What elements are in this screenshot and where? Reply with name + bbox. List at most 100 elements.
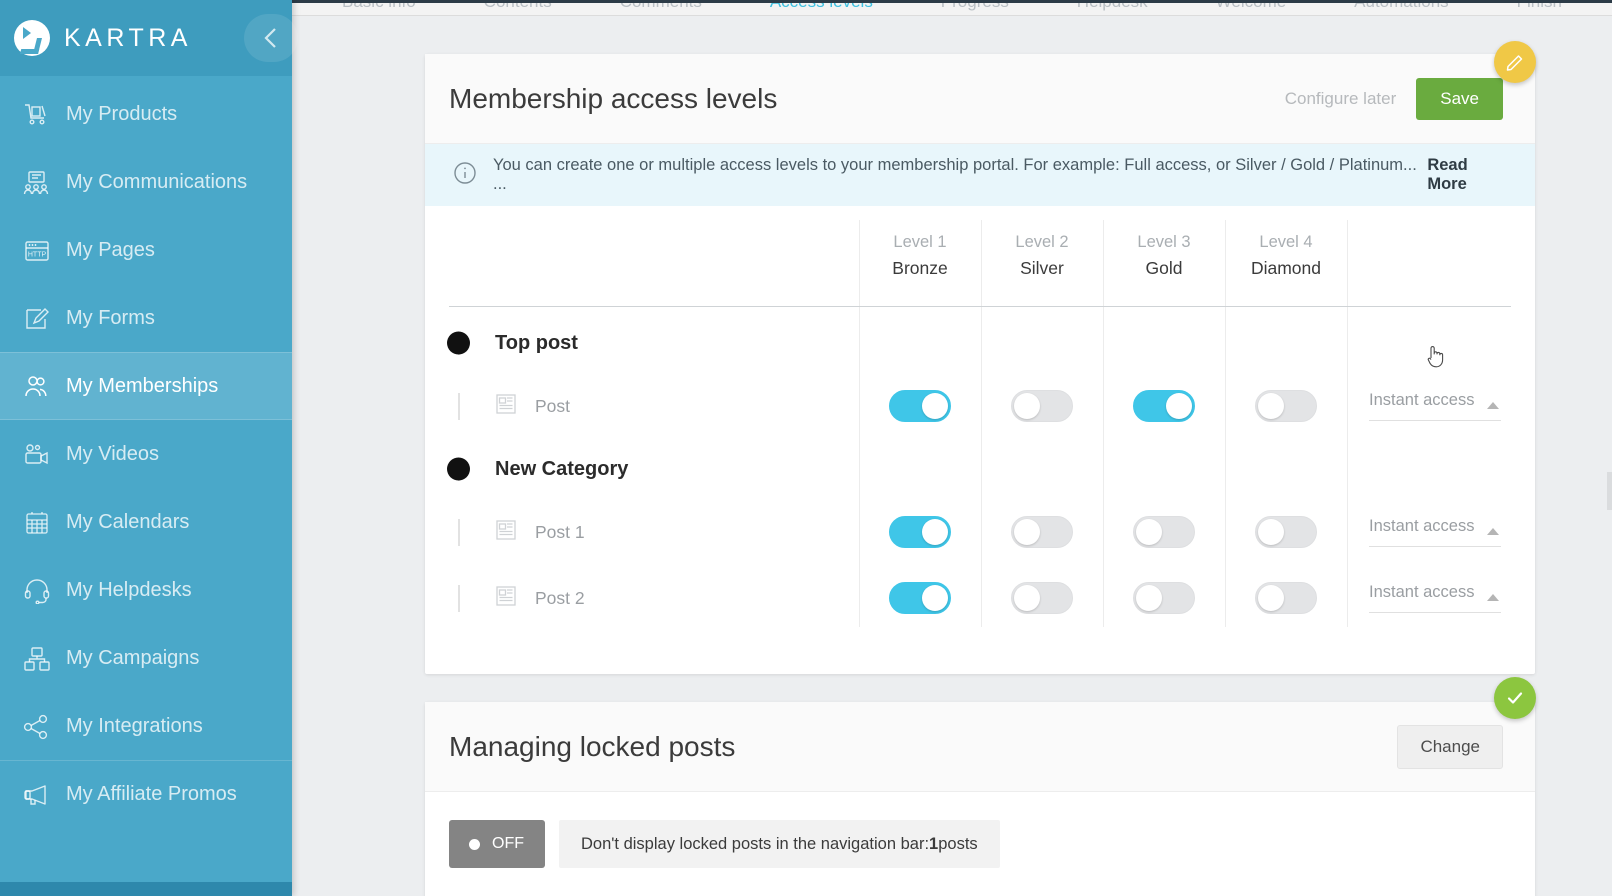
sidebar-item-my-calendars[interactable]: My Calendars	[0, 488, 292, 556]
access-toggle-level-2[interactable]	[1011, 390, 1073, 422]
sidebar-item-label: My Memberships	[66, 374, 219, 397]
sidebar-item-my-campaigns[interactable]: My Campaigns	[0, 624, 292, 692]
access-toggle-level-4[interactable]	[1255, 516, 1317, 548]
access-toggle-level-2[interactable]	[1011, 582, 1073, 614]
access-timing-cell: Instant access	[1347, 583, 1501, 613]
post-page-icon	[495, 393, 517, 420]
megaphone-icon	[14, 782, 60, 808]
access-toggle-level-1[interactable]	[889, 390, 951, 422]
cart-icon	[14, 102, 60, 128]
configure-later-link[interactable]: Configure later	[1285, 89, 1397, 109]
tree-spine	[457, 518, 460, 546]
sidebar-item-label: My Videos	[66, 443, 160, 465]
access-toggle-level-3[interactable]	[1133, 582, 1195, 614]
table-row: Post 1 Instant access	[449, 499, 1511, 565]
sidebar-item-label: My Campaigns	[66, 647, 200, 669]
members-icon	[14, 373, 60, 399]
access-timing-select[interactable]: Instant access	[1369, 583, 1501, 613]
locked-posts-toggle[interactable]: OFF	[449, 820, 545, 868]
sidebar-item-label: My Integrations	[66, 715, 203, 737]
sidebar-item-my-products[interactable]: My Products	[0, 80, 292, 148]
table-row: Post 2 Instant access	[449, 565, 1511, 631]
level-name: Gold	[1145, 258, 1183, 278]
pointing-hand-cursor	[1424, 344, 1446, 375]
item-label: Post 2	[535, 587, 585, 608]
sidebar-collapse-button[interactable]	[244, 14, 298, 62]
access-timing-value: Instant access	[1369, 583, 1475, 601]
scroll-edge-marker	[1607, 472, 1612, 510]
sidebar-brand-header: KARTRA	[0, 0, 298, 76]
locked-posts-toggle-label: OFF	[492, 835, 524, 852]
access-toggle-level-3[interactable]	[1133, 516, 1195, 548]
item-label-wrap: Post	[449, 393, 859, 420]
item-name-cell: Post	[449, 392, 859, 420]
sidebar-item-my-helpdesks[interactable]: My Helpdesks	[0, 556, 292, 624]
access-toggle-level-3[interactable]	[1133, 390, 1195, 422]
info-banner: You can create one or multiple access le…	[425, 144, 1535, 206]
save-button[interactable]: Save	[1416, 77, 1503, 120]
change-button[interactable]: Change	[1397, 724, 1503, 769]
brand-name: KARTRA	[64, 23, 192, 52]
level-name: Silver	[1020, 258, 1064, 278]
post-page-icon	[495, 585, 517, 612]
access-toggle-level-1[interactable]	[889, 582, 951, 614]
group-label: Top post	[495, 331, 578, 354]
access-toggle-level-4[interactable]	[1255, 390, 1317, 422]
toggle-cell-level-4	[1225, 582, 1347, 614]
sidebar-item-my-videos[interactable]: My Videos	[0, 420, 292, 488]
sidebar-item-my-forms[interactable]: My Forms	[0, 284, 292, 352]
sidebar-item-my-communications[interactable]: My Communications	[0, 148, 292, 216]
managing-locked-posts-card: Managing locked posts Change OFF Don't d…	[425, 702, 1535, 896]
toggle-dot-icon	[469, 838, 480, 850]
sidebar-nav: My Products My Communications HTTP My Pa…	[0, 76, 292, 828]
sidebar-item-my-affiliate-promos[interactable]: My Affiliate Promos	[0, 760, 292, 828]
video-camera-icon	[14, 442, 60, 468]
group-name-cell: New Category	[447, 457, 859, 481]
item-label: Post	[535, 395, 571, 416]
locked-card-header: Managing locked posts Change	[425, 702, 1535, 792]
sidebar-bottom-strip	[0, 882, 292, 896]
pencil-form-icon	[14, 306, 60, 332]
chevron-down-icon	[1487, 594, 1499, 601]
sitemap-icon	[14, 646, 60, 672]
people-chat-icon	[14, 170, 60, 196]
matrix-group-row: Top post	[447, 313, 1511, 373]
access-toggle-level-4[interactable]	[1255, 582, 1317, 614]
edit-fab-button[interactable]	[1494, 41, 1536, 83]
sidebar-item-my-pages[interactable]: HTTP My Pages	[0, 216, 292, 284]
toggle-cell-level-2	[981, 390, 1103, 422]
level-name: Diamond	[1250, 258, 1322, 278]
matrix-header-level-2: Level 2 Silver	[981, 233, 1103, 279]
item-name-cell: Post 1	[449, 518, 859, 546]
sidebar-item-label: My Products	[66, 103, 178, 125]
access-toggle-level-2[interactable]	[1011, 516, 1073, 548]
read-more-link[interactable]: Read More	[1427, 156, 1511, 194]
headset-icon	[14, 578, 60, 604]
level-name: Bronze	[892, 258, 948, 278]
group-name-cell: Top post	[447, 331, 859, 355]
level-number: Level 4	[1259, 233, 1313, 251]
access-timing-select[interactable]: Instant access	[1369, 517, 1501, 547]
item-label-wrap: Post 1	[449, 519, 859, 546]
locked-posts-description: Don't display locked posts in the naviga…	[559, 820, 1000, 868]
toggle-cell-level-3	[1103, 582, 1225, 614]
confirm-fab-button[interactable]	[1494, 677, 1536, 719]
sidebar-item-label: My Pages	[66, 239, 155, 261]
toggle-cell-level-4	[1225, 390, 1347, 422]
item-label-wrap: Post 2	[449, 585, 859, 612]
calendar-icon	[14, 510, 60, 536]
toggle-cell-level-1	[859, 516, 981, 548]
table-row: Post Instant access	[449, 373, 1511, 439]
locked-card-header-actions: Change	[1397, 724, 1503, 769]
check-icon	[1507, 692, 1523, 704]
chevron-down-icon	[1487, 402, 1499, 409]
app-root: KARTRA My Products My Communications HTT…	[0, 0, 1612, 896]
chevron-down-icon	[1487, 528, 1499, 535]
access-timing-select[interactable]: Instant access	[1369, 391, 1501, 421]
sidebar-item-my-integrations[interactable]: My Integrations	[0, 692, 292, 760]
access-toggle-level-1[interactable]	[889, 516, 951, 548]
group-bullet-icon	[447, 457, 470, 481]
http-window-icon: HTTP	[14, 238, 60, 264]
tree-spine	[457, 392, 460, 420]
sidebar-item-my-memberships[interactable]: My Memberships	[0, 352, 292, 420]
